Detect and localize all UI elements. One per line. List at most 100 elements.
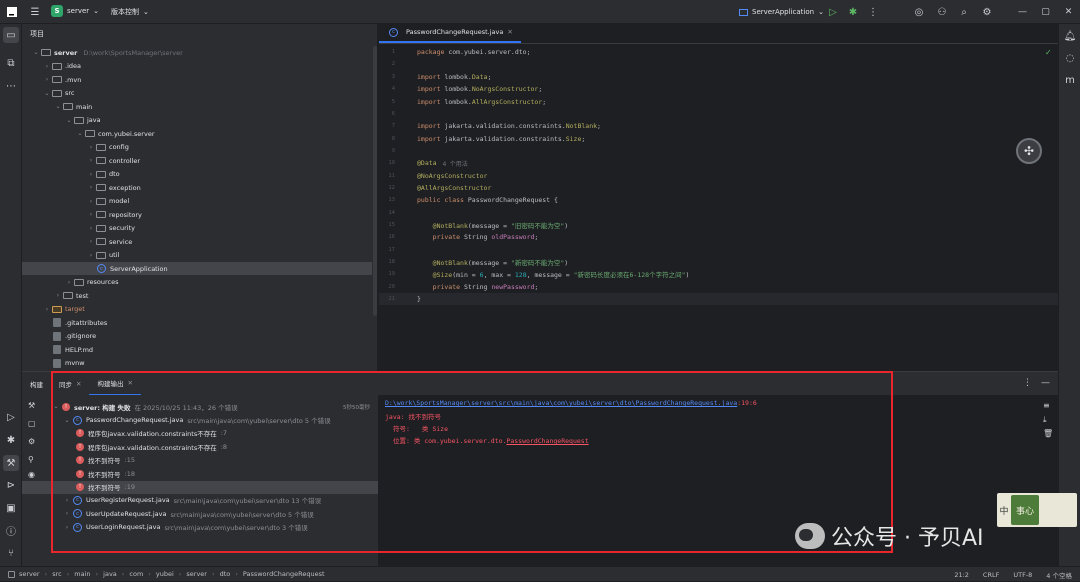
close-icon[interactable]: ✕	[507, 28, 512, 36]
chevron-right-icon[interactable]: ›	[87, 198, 95, 205]
chevron-right-icon[interactable]: ›	[87, 171, 95, 178]
tree-item[interactable]: › test	[22, 289, 372, 302]
chevron-right-icon[interactable]: ›	[87, 252, 95, 259]
breadcrumb-item[interactable]: server	[19, 570, 40, 578]
close-icon[interactable]: ✕	[76, 380, 81, 388]
chevron-right-icon[interactable]: ›	[63, 524, 71, 531]
build-error-item[interactable]: ! 程序包javax.validation.constraints不存在:8	[22, 440, 378, 453]
chevron-right-icon[interactable]: ›	[43, 63, 51, 70]
scroll-end-icon[interactable]: ⤓	[1043, 415, 1047, 425]
build-error-item[interactable]: ! 找不到符号:19	[22, 480, 378, 494]
tree-item[interactable]: HELP.md	[22, 343, 372, 356]
chevron-down-icon[interactable]: ⌄	[65, 117, 73, 124]
git-tool-icon[interactable]: ⑂	[3, 545, 19, 561]
tree-item[interactable]: › .mvn	[22, 73, 372, 86]
tree-item[interactable]: › security	[22, 222, 372, 235]
line-separator[interactable]: CRLF	[983, 571, 999, 579]
breadcrumb-item[interactable]: PasswordChangeRequest	[243, 570, 325, 578]
tree-item[interactable]: ⌄ java	[22, 114, 372, 127]
build-file-item[interactable]: › c UserRegisterRequest.java src\main\java\…	[22, 494, 378, 507]
tree-item[interactable]: › .idea	[22, 60, 372, 73]
tree-item[interactable]: ⌄ com.yubei.server	[22, 127, 372, 140]
run-icon[interactable]: ▷	[826, 5, 840, 19]
tree-item[interactable]: ⌄ src	[22, 87, 372, 100]
chevron-right-icon[interactable]: ›	[87, 238, 95, 245]
structure-tool-icon[interactable]: ⧉	[3, 55, 19, 71]
more-icon[interactable]: ⋮	[866, 5, 880, 19]
chevron-down-icon[interactable]: ⌄	[43, 90, 51, 97]
chevron-right-icon[interactable]: ›	[87, 144, 95, 151]
chevron-down-icon[interactable]: ⌄	[32, 49, 40, 56]
settings-icon[interactable]: ⚙	[980, 5, 994, 19]
problems-tool-icon[interactable]: ⓘ	[3, 522, 19, 538]
close-icon[interactable]: ✕	[1057, 7, 1080, 17]
breadcrumb-item[interactable]: java	[103, 570, 117, 578]
ai-assistant-bubble-icon[interactable]: ✣	[1016, 138, 1042, 164]
project-tool-icon[interactable]: ▭	[3, 27, 19, 43]
chevron-right-icon[interactable]: ›	[54, 292, 62, 299]
ai-chat-icon[interactable]: ◌	[1062, 50, 1078, 66]
tree-item[interactable]: ⌄ server D:\work\SportsManager\server	[22, 46, 372, 59]
indent-setting[interactable]: 4 个空格	[1046, 570, 1072, 580]
maximize-icon[interactable]: ▢	[1034, 7, 1057, 17]
chevron-right-icon[interactable]: ›	[87, 184, 95, 191]
tab-build-output[interactable]: 构建输出 ✕	[89, 372, 141, 396]
editor-scrollbar[interactable]	[373, 46, 377, 316]
chevron-right-icon[interactable]: ›	[87, 225, 95, 232]
more-icon[interactable]: ⋮	[1023, 378, 1032, 388]
build-file-item[interactable]: ⌄ c PasswordChangeRequest.java src\main\jav…	[22, 414, 378, 427]
chevron-right-icon[interactable]: ›	[43, 76, 51, 83]
file-encoding[interactable]: UTF-8	[1013, 571, 1032, 579]
debug-tool-icon[interactable]: ✱	[3, 432, 19, 448]
tree-item[interactable]: › model	[22, 195, 372, 208]
debug-icon[interactable]: ✱	[846, 5, 860, 19]
tab-sync[interactable]: 同步 ✕	[51, 372, 89, 396]
editor-tab[interactable]: c PasswordChangeRequest.java ✕	[379, 23, 521, 43]
clear-icon[interactable]: 🗑︎	[1043, 429, 1053, 438]
breadcrumb-item[interactable]: main	[74, 570, 90, 578]
more-tools-icon[interactable]: ⋯	[3, 78, 19, 94]
ai-assistant-icon[interactable]: ◎	[912, 5, 926, 19]
tree-item[interactable]: › exception	[22, 181, 372, 194]
tree-item[interactable]: › service	[22, 235, 372, 248]
chevron-right-icon[interactable]: ›	[43, 306, 51, 313]
breadcrumb-item[interactable]: yubei	[156, 570, 174, 578]
tree-item[interactable]: c ServerApplication	[22, 262, 372, 275]
chevron-right-icon[interactable]: ›	[65, 279, 73, 286]
build-tool-icon[interactable]: ⚒	[3, 455, 19, 471]
build-file-item[interactable]: › c UserLoginRequest.java src\main\java\com…	[22, 521, 378, 534]
run-tool-icon[interactable]: ▷	[3, 409, 19, 425]
project-switcher[interactable]: S server ⌄	[51, 5, 99, 17]
build-error-item[interactable]: ! 程序包javax.validation.constraints不存在:7	[22, 427, 378, 440]
close-icon[interactable]: ✕	[127, 379, 132, 387]
tree-item[interactable]: .gitattributes	[22, 316, 372, 329]
search-icon[interactable]: ⌕	[957, 5, 971, 19]
notifications-icon[interactable]: 🔔︎	[1062, 28, 1078, 44]
tree-item[interactable]: ⌄ main	[22, 100, 372, 113]
output-location-link[interactable]: PasswordChangeRequest	[506, 437, 588, 445]
run-config-selector[interactable]: ServerApplication ⌄	[735, 5, 828, 19]
vcs-menu[interactable]: 版本控制 ⌄	[111, 5, 149, 19]
build-error-item[interactable]: ! 找不到符号:15	[22, 454, 378, 467]
build-file-item[interactable]: › c UserUpdateRequest.java src\main\java\co…	[22, 507, 378, 520]
cursor-position[interactable]: 21:2	[954, 571, 969, 579]
tree-item[interactable]: .gitignore	[22, 330, 372, 343]
breadcrumb-item[interactable]: server	[186, 570, 207, 578]
build-summary-row[interactable]: ⌄ ! server: 构建 失败 在 2025/10/25 11:43，26 …	[22, 400, 378, 413]
tree-item[interactable]: › dto	[22, 168, 372, 181]
chevron-right-icon[interactable]: ›	[63, 510, 71, 517]
chevron-right-icon[interactable]: ›	[63, 497, 71, 504]
tree-item[interactable]: › util	[22, 249, 372, 262]
build-error-item[interactable]: ! 找不到符号:18	[22, 467, 378, 480]
minimize-icon[interactable]: —	[1011, 7, 1034, 17]
chevron-right-icon[interactable]: ›	[87, 157, 95, 164]
add-user-icon[interactable]: ⚇	[935, 5, 949, 19]
main-menu-icon[interactable]: ☰	[28, 5, 42, 19]
chevron-down-icon[interactable]: ⌄	[63, 417, 71, 424]
chevron-down-icon[interactable]: ⌄	[76, 130, 84, 137]
tree-item[interactable]: › controller	[22, 154, 372, 167]
terminal-tool-icon[interactable]: ▣	[3, 500, 19, 516]
tree-item[interactable]: › repository	[22, 208, 372, 221]
tree-item[interactable]: › config	[22, 141, 372, 154]
output-file-link[interactable]: D:\work\SportsManager\server\src\main\ja…	[385, 399, 737, 407]
